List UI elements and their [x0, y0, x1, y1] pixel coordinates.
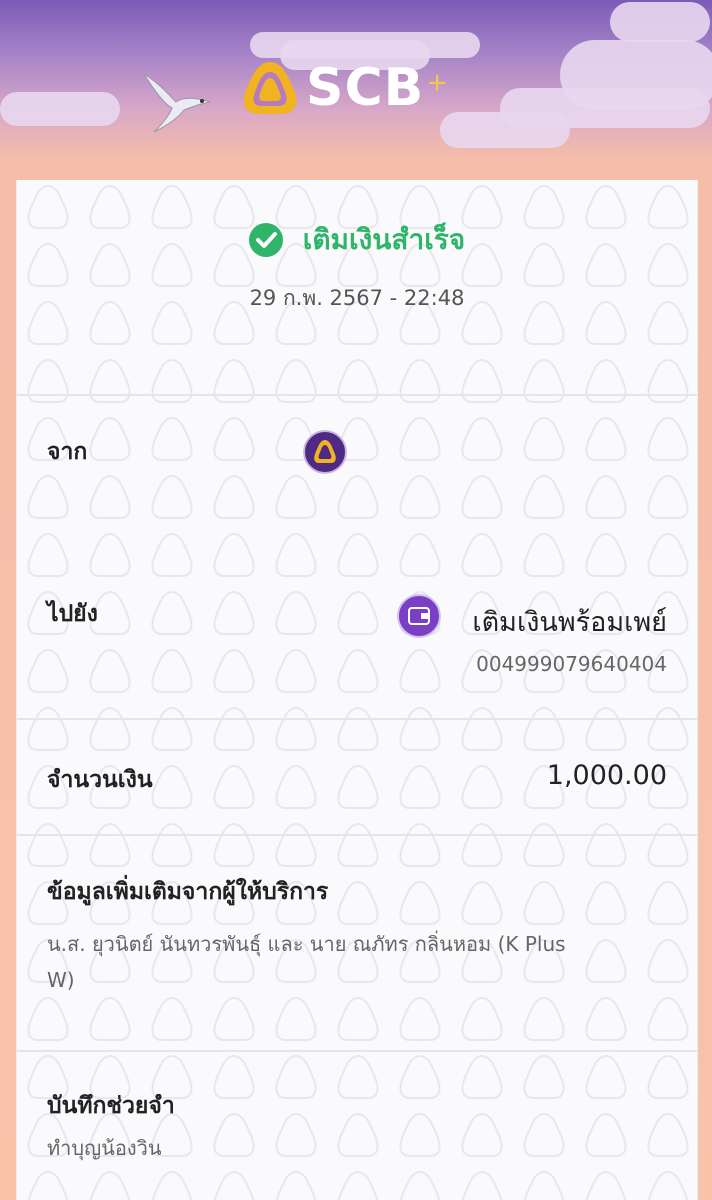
extra-info-section: ข้อมูลเพิ่มเติมจากผู้ให้บริการ น.ส. ยุวน…: [17, 836, 697, 1052]
scb-logo-icon: [243, 62, 297, 114]
receipt-card: เติมเงินสำเร็จ 29 ก.พ. 2567 - 22:48 จาก …: [16, 180, 698, 1200]
scb-mini-logo-icon: [303, 430, 347, 474]
brand-name: SCB: [306, 58, 425, 118]
amount-label: จำนวนเงิน: [47, 767, 153, 793]
scb-logo: SCB +: [240, 58, 448, 118]
wallet-icon: [397, 594, 441, 638]
to-name: เติมเงินพร้อมเพย์: [472, 607, 667, 638]
cloud-decoration: [440, 112, 570, 148]
cloud-decoration: [0, 92, 120, 126]
from-label: จาก: [47, 439, 88, 465]
status-row: เติมเงินสำเร็จ: [17, 218, 697, 262]
to-label: ไปยัง: [47, 601, 98, 627]
memo-text: ทำบุญน้องวิน: [47, 1136, 162, 1160]
extra-info-title: ข้อมูลเพิ่มเติมจากผู้ให้บริการ: [47, 879, 329, 905]
status-title: เติมเงินสำเร็จ: [302, 223, 466, 256]
extra-info-line-2: W): [47, 968, 75, 992]
from-to-section: จาก ไปยัง เติมเงินพร้อมเพย์ 004999079640…: [17, 396, 697, 720]
check-circle-icon: [248, 223, 283, 257]
transaction-datetime: 29 ก.พ. 2567 - 22:48: [249, 286, 465, 310]
amount-value: 1,000.00: [546, 760, 667, 791]
to-account-number: 004999079640404: [476, 652, 667, 676]
amount-section: จำนวนเงิน 1,000.00: [17, 720, 697, 836]
cloud-decoration: [610, 2, 710, 42]
brand-plus: +: [426, 68, 449, 98]
memo-label: บันทึกช่วยจำ: [47, 1093, 175, 1119]
header-banner: SCB +: [0, 0, 712, 180]
status-section: เติมเงินสำเร็จ 29 ก.พ. 2567 - 22:48: [17, 180, 697, 396]
bird-icon: [143, 73, 211, 133]
extra-info-line-1: น.ส. ยุวนิตย์ นันทวรพันธุ์ และ นาย ณภัทร…: [47, 932, 566, 956]
